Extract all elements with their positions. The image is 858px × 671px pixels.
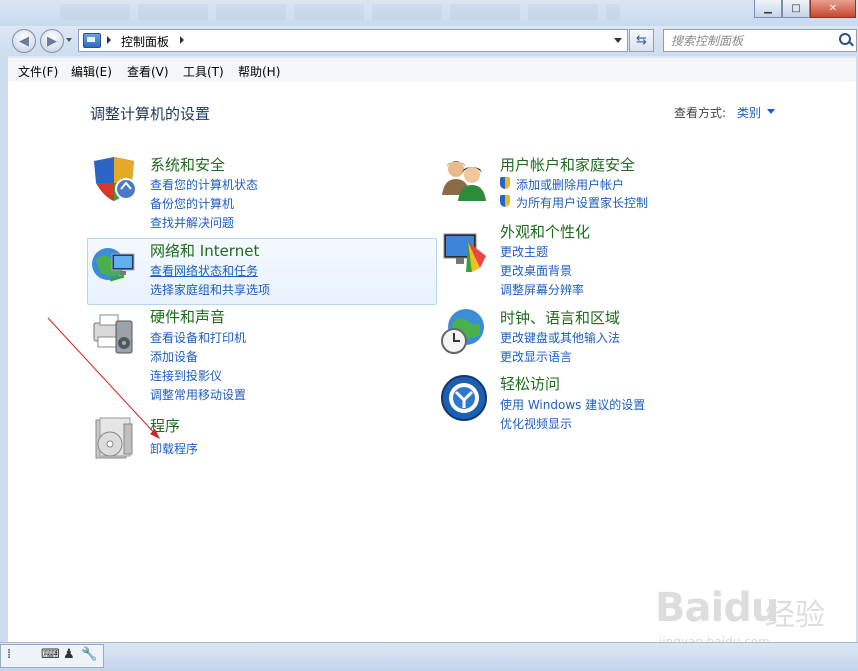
- status-bar: [0, 642, 858, 671]
- wrench-icon[interactable]: 🔧: [81, 647, 97, 662]
- keyboard-icon[interactable]: ⌨: [41, 647, 60, 662]
- language-bar: ⁞ ⌨ ♟ 🔧: [0, 644, 104, 668]
- watermark-brand: Baidu: [655, 585, 779, 631]
- handle-icon[interactable]: ⁞: [7, 647, 11, 662]
- user-icon[interactable]: ♟: [63, 647, 75, 662]
- watermark-suffix: 经验: [765, 598, 825, 633]
- annotation-arrow: [47, 317, 160, 439]
